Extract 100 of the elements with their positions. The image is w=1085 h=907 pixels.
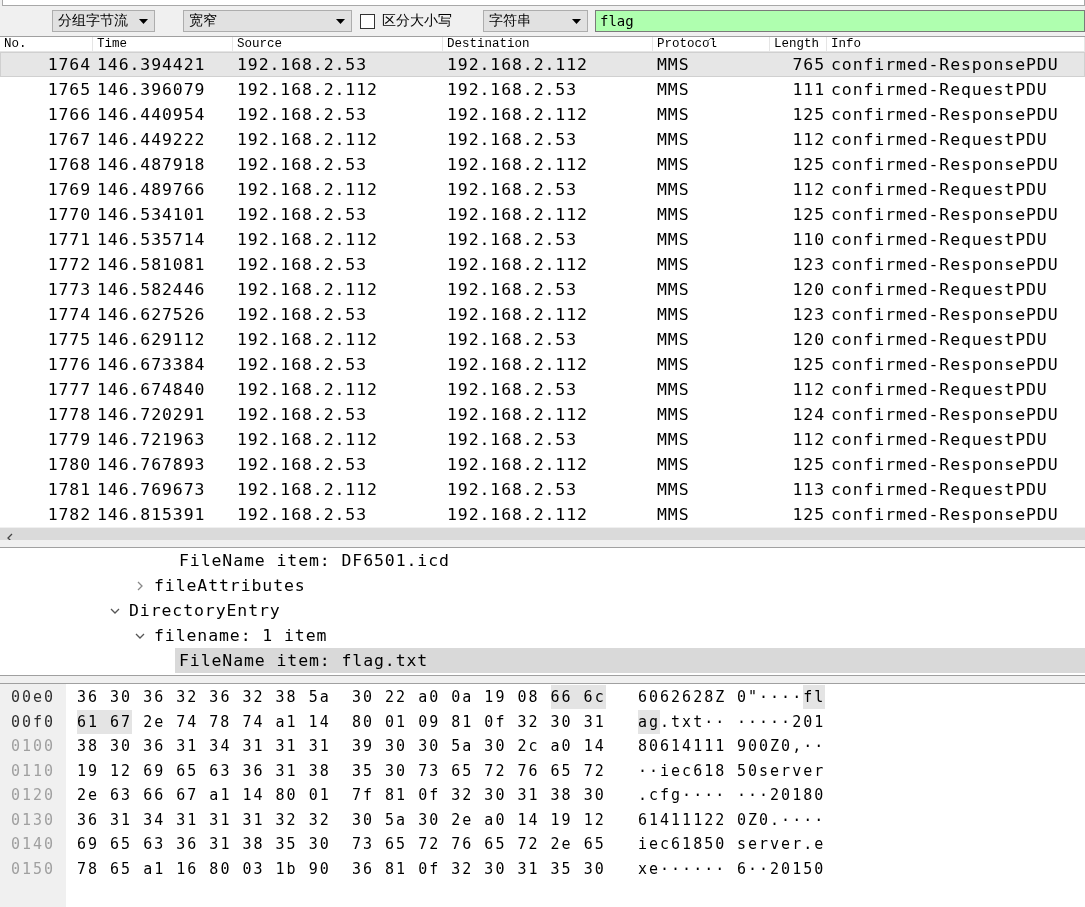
table-cell-text: 123 [791, 255, 826, 274]
table-cell-text: 192.168.2.112 [446, 205, 589, 224]
packet-row[interactable]: 1764 146.394421 192.168.2.53 192.168.2.112 MMS 765 confirmed-ResponsePDU [0, 52, 1085, 77]
table-cell-text: confirmed-ResponsePDU [830, 305, 1060, 324]
table-cell-text: 192.168.2.112 [236, 130, 379, 149]
dropdown-arrow-icon [139, 18, 148, 24]
table-cell-text: confirmed-RequestPDU [830, 380, 1049, 399]
column-header[interactable]: Source [233, 37, 443, 51]
ascii-text: 0"···· [737, 687, 804, 709]
table-cell-text: 192.168.2.112 [446, 105, 589, 124]
tree-item[interactable]: FileName item: flag.txt [175, 648, 1085, 673]
offset-label: 0110 [10, 760, 57, 782]
hex-bytes: 36 81 0f 32 30 31 35 30 [352, 858, 606, 880]
table-cell-text: 146.535714 [96, 230, 207, 249]
table-cell-text: 1776 [46, 355, 92, 374]
table-cell-text: confirmed-ResponsePDU [830, 505, 1060, 524]
ascii-text: fl [803, 685, 826, 710]
tree-item[interactable]: filename: 1 item [150, 623, 1085, 648]
table-cell-text: 192.168.2.112 [446, 55, 589, 74]
table-cell-text: MMS [656, 430, 691, 449]
hex-bytes: 35 30 73 65 72 76 65 72 [352, 760, 606, 782]
tree-item[interactable]: fileAttributes [150, 573, 1085, 598]
ascii-text: 80614111 [638, 736, 727, 758]
table-cell-text: confirmed-RequestPDU [830, 80, 1049, 99]
table-cell-text: 1769 [46, 180, 92, 199]
ascii-text: iec61850 [638, 834, 727, 856]
table-cell-text: MMS [656, 80, 691, 99]
offset-label: 0150 [10, 858, 57, 880]
tree-item[interactable]: FileName item: DF6501.icd [175, 548, 1085, 573]
hex-bytes: 69 65 63 36 31 38 35 30 [77, 834, 331, 856]
dropdown-arrow-icon [572, 18, 581, 24]
table-cell-text: 113 [791, 480, 826, 499]
table-cell-text: 1782 [46, 505, 92, 524]
table-cell-text: 1771 [46, 230, 92, 249]
table-cell-text: 192.168.2.53 [236, 105, 368, 124]
table-cell-text: 192.168.2.53 [236, 205, 368, 224]
table-cell-text: 111 [791, 80, 826, 99]
table-cell-text: 146.534101 [96, 205, 207, 224]
hex-bytes: 19 12 69 65 63 36 31 38 [77, 760, 331, 782]
table-cell-text: MMS [656, 205, 691, 224]
table-cell-text: 192.168.2.53 [236, 155, 368, 174]
search-in-dropdown[interactable]: 分组字节流 [52, 10, 155, 32]
table-cell-text: confirmed-ResponsePDU [830, 205, 1060, 224]
hex-bytes: 36 30 36 32 36 32 38 5a [77, 687, 331, 709]
search-type-dropdown[interactable]: 字符串 [483, 10, 588, 32]
table-cell-text: 192.168.2.112 [236, 480, 379, 499]
table-cell-text: 1780 [46, 455, 92, 474]
column-header[interactable]: Destination [443, 37, 653, 51]
hex-bytes: 30 22 a0 0a 19 08 [352, 687, 540, 709]
table-cell-text: 1768 [46, 155, 92, 174]
table-cell-text: 192.168.2.53 [446, 480, 578, 499]
table-cell-text: 192.168.2.112 [446, 155, 589, 174]
table-cell-text: 146.581081 [96, 255, 207, 274]
offset-label: 0130 [10, 809, 57, 831]
ascii-text: 6··20150 [737, 858, 826, 880]
table-cell-text: confirmed-ResponsePDU [830, 455, 1060, 474]
table-cell-text: 125 [791, 205, 826, 224]
table-cell-text: 192.168.2.112 [236, 330, 379, 349]
table-cell-text: 110 [791, 230, 826, 249]
case-label: 区分大小写 [382, 12, 452, 30]
table-cell-text: 125 [791, 355, 826, 374]
table-cell-text: confirmed-RequestPDU [830, 130, 1049, 149]
table-cell-text: 192.168.2.53 [236, 55, 368, 74]
table-cell-text: 146.767893 [96, 455, 207, 474]
table-cell-text: 1764 [46, 55, 92, 74]
ascii-text: ·····201 [737, 711, 826, 733]
column-header[interactable]: Time [93, 37, 233, 51]
ascii-text: 900Z0,·· [737, 736, 826, 758]
table-cell-text: 192.168.2.112 [446, 505, 589, 524]
case-checkbox[interactable] [360, 13, 375, 29]
table-cell-text: 125 [791, 455, 826, 474]
table-cell-text: 192.168.2.53 [236, 405, 368, 424]
table-cell-text: 1774 [46, 305, 92, 324]
table-cell-text: confirmed-RequestPDU [830, 480, 1049, 499]
table-cell-text: 192.168.2.112 [446, 255, 589, 274]
table-cell-text: 112 [791, 180, 826, 199]
table-cell-text: 146.489766 [96, 180, 207, 199]
column-header[interactable]: No. [0, 37, 93, 51]
table-cell-text: MMS [656, 280, 691, 299]
table-cell-text: confirmed-ResponsePDU [830, 255, 1060, 274]
column-header[interactable]: Info [827, 37, 1085, 51]
column-header[interactable]: Length [770, 37, 827, 51]
table-cell-text: 192.168.2.112 [236, 230, 379, 249]
table-cell-text: 192.168.2.112 [236, 280, 379, 299]
chevron-right-icon[interactable] [135, 580, 145, 591]
table-cell-text: 765 [791, 55, 826, 74]
scroll-left-icon[interactable] [6, 533, 14, 540]
table-cell-text: 112 [791, 430, 826, 449]
table-cell-text: 192.168.2.53 [446, 80, 578, 99]
table-cell-text: confirmed-RequestPDU [830, 430, 1049, 449]
hex-bytes: 61 67 [77, 709, 133, 734]
tree-item[interactable]: DirectoryEntry [125, 598, 1085, 623]
table-cell-text: confirmed-ResponsePDU [830, 405, 1060, 424]
table-cell-text: 120 [791, 330, 826, 349]
table-cell-text: MMS [656, 305, 691, 324]
encoding-dropdown[interactable]: 宽窄 [183, 10, 352, 32]
search-field[interactable]: flag [595, 10, 1085, 32]
table-cell-text: 146.487918 [96, 155, 207, 174]
column-header[interactable]: Protocol [653, 37, 770, 51]
hex-bytes: 73 65 72 76 65 72 2e 65 [352, 834, 606, 856]
